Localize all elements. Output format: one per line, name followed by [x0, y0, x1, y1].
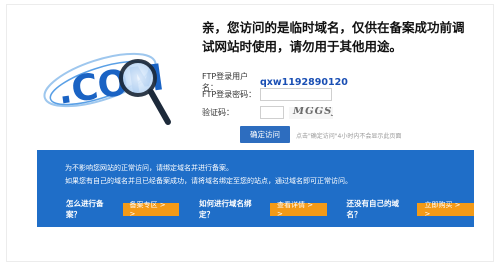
password-label: FTP登录密码： [202, 90, 257, 99]
password-row: FTP登录密码： [202, 88, 332, 101]
confirm-visit-button[interactable]: 确定访问 [240, 126, 290, 143]
question-filing: 怎么进行备案？ [66, 199, 104, 219]
view-details-button[interactable]: 查看详情 > > [269, 201, 327, 218]
question-domain: 还没有自己的域名？ [346, 199, 400, 219]
page-title: 亲，您访问的是临时域名，仅供在备案成功前调试网站时使用，请勿用于其他用途。 [202, 20, 465, 54]
panel-actions: 怎么进行备案？ 备案专区 > > 如何进行域名绑定？ 查看详情 > > 还没有自… [66, 198, 474, 220]
captcha-row: 验证码： MGGSJ [202, 106, 333, 119]
panel-line-1: 为不影响您网站的正常访问，请绑定域名并进行备案。 [65, 164, 233, 172]
username-value: qxw1192890120 [260, 76, 348, 88]
panel-line-2: 如果您有自己的域名并且已经备案成功，请将域名绑定至您的站点，通过域名即可正常访问… [65, 177, 352, 185]
captcha-input[interactable] [260, 106, 284, 119]
buy-now-button[interactable]: 立即购买 > > [417, 201, 474, 218]
visit-hint-text: 点击"确定访问"4小时内不会显示此页面 [296, 133, 402, 140]
password-input[interactable] [260, 88, 332, 101]
captcha-label: 验证码： [202, 108, 234, 117]
filing-zone-button[interactable]: 备案专区 > > [122, 201, 180, 218]
captcha-text: MGGSJ [293, 106, 333, 117]
com-magnifier-icon: .COM [43, 52, 171, 125]
domain-illustration: .COM [40, 28, 200, 138]
captcha-image[interactable]: MGGSJ [289, 106, 333, 119]
info-panel: 为不影响您网站的正常访问，请绑定域名并进行备案。 如果您有自己的域名并且已经备案… [37, 150, 474, 227]
question-binding: 如何进行域名绑定？ [199, 199, 252, 219]
